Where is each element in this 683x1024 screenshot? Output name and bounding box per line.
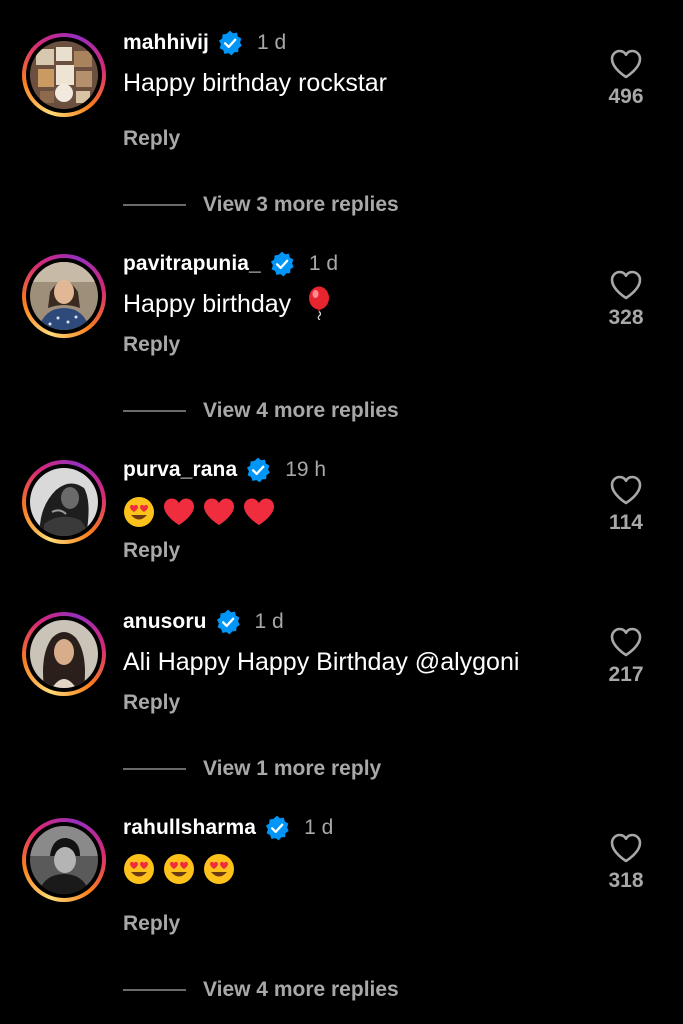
- bw-profile-avatar-icon: [30, 826, 98, 894]
- view-more-replies[interactable]: View 1 more reply: [123, 754, 381, 784]
- timestamp: 19 h: [285, 458, 327, 481]
- username[interactable]: pavitrapunia_: [123, 252, 261, 276]
- timestamp: 1 d: [257, 31, 287, 54]
- avatar[interactable]: [30, 41, 98, 109]
- view-more-replies-label: View 4 more replies: [203, 399, 399, 422]
- comment-text: Happy birthday rockstar: [123, 69, 388, 97]
- heart-eyes-emoji-icon: [124, 497, 154, 527]
- view-more-replies[interactable]: View 4 more replies: [123, 396, 399, 426]
- like-count: 328: [608, 306, 644, 329]
- comment-text: Happy birthday: [123, 286, 334, 321]
- username[interactable]: purva_rana: [123, 458, 237, 482]
- comment-emoji-row: [123, 496, 275, 530]
- reply-button[interactable]: Reply: [123, 912, 180, 936]
- comment-text: Ali Happy Happy Birthday @alygoni: [123, 648, 520, 676]
- timestamp: 1 d: [254, 610, 284, 633]
- profile-photo-avatar-icon: [30, 262, 98, 330]
- story-ring[interactable]: [22, 33, 106, 117]
- view-more-replies-label: View 4 more replies: [203, 978, 399, 1001]
- view-more-replies-label: View 3 more replies: [203, 193, 399, 216]
- username[interactable]: rahullsharma: [123, 816, 256, 840]
- comment-emoji-row: [123, 853, 235, 887]
- timestamp: 1 d: [304, 816, 334, 839]
- red-heart-emoji-icon: [243, 498, 274, 525]
- comment-text-body: Happy birthday: [123, 290, 292, 318]
- avatar-frame: [26, 464, 102, 540]
- like-group: 328: [598, 270, 654, 330]
- view-more-replies-label: View 1 more reply: [203, 757, 382, 780]
- verified-badge-icon: [216, 609, 240, 635]
- like-group: 496: [598, 49, 654, 109]
- heart-outline-icon[interactable]: [610, 49, 642, 79]
- divider-line: [123, 204, 186, 206]
- story-ring[interactable]: [22, 818, 106, 902]
- balloon-emoji-icon: [309, 286, 330, 321]
- like-count: 217: [608, 663, 644, 686]
- username[interactable]: anusoru: [123, 610, 207, 634]
- avatar-frame: [26, 616, 102, 692]
- heart-outline-icon[interactable]: [610, 270, 642, 300]
- divider-line: [123, 989, 186, 991]
- like-count: 114: [609, 511, 643, 534]
- bw-profile-avatar-icon: [30, 468, 98, 536]
- username[interactable]: mahhivij: [123, 31, 209, 55]
- heart-outline-icon[interactable]: [610, 475, 642, 505]
- divider-line: [123, 768, 186, 770]
- like-group: 318: [598, 833, 654, 893]
- red-heart-emoji-icon: [203, 498, 234, 525]
- verified-badge-icon: [218, 30, 242, 56]
- profile-photo-avatar-icon: [30, 620, 98, 688]
- story-ring[interactable]: [22, 612, 106, 696]
- verified-badge-icon: [270, 251, 294, 277]
- divider-line: [123, 410, 186, 412]
- story-ring[interactable]: [22, 460, 106, 544]
- avatar-frame: [26, 37, 102, 113]
- avatar-frame: [26, 258, 102, 334]
- avatar[interactable]: [30, 826, 98, 894]
- heart-eyes-emoji-icon: [163, 854, 194, 884]
- view-more-replies[interactable]: View 3 more replies: [123, 190, 399, 220]
- like-group: 217: [598, 627, 654, 687]
- verified-badge-icon: [247, 457, 270, 483]
- like-group: 114: [598, 475, 654, 535]
- heart-eyes-emoji-icon: [124, 854, 154, 884]
- story-ring[interactable]: [22, 254, 106, 338]
- avatar[interactable]: [30, 262, 98, 330]
- timestamp: 1 d: [308, 252, 339, 275]
- avatar[interactable]: [30, 468, 98, 536]
- heart-outline-icon[interactable]: [610, 627, 642, 657]
- red-heart-emoji-icon: [163, 498, 194, 525]
- verified-badge-icon: [266, 815, 289, 841]
- reply-button[interactable]: Reply: [123, 691, 180, 715]
- like-count: 318: [608, 869, 644, 892]
- view-more-replies[interactable]: View 4 more replies: [123, 975, 399, 1005]
- reply-button[interactable]: Reply: [123, 333, 180, 357]
- like-count: 496: [608, 85, 644, 108]
- heart-eyes-emoji-icon: [203, 854, 234, 884]
- reply-button[interactable]: Reply: [123, 127, 180, 151]
- photo-collage-avatar-icon: [30, 41, 98, 109]
- avatar-frame: [26, 822, 102, 898]
- heart-outline-icon[interactable]: [610, 833, 642, 863]
- reply-button[interactable]: Reply: [123, 539, 180, 563]
- avatar[interactable]: [30, 620, 98, 688]
